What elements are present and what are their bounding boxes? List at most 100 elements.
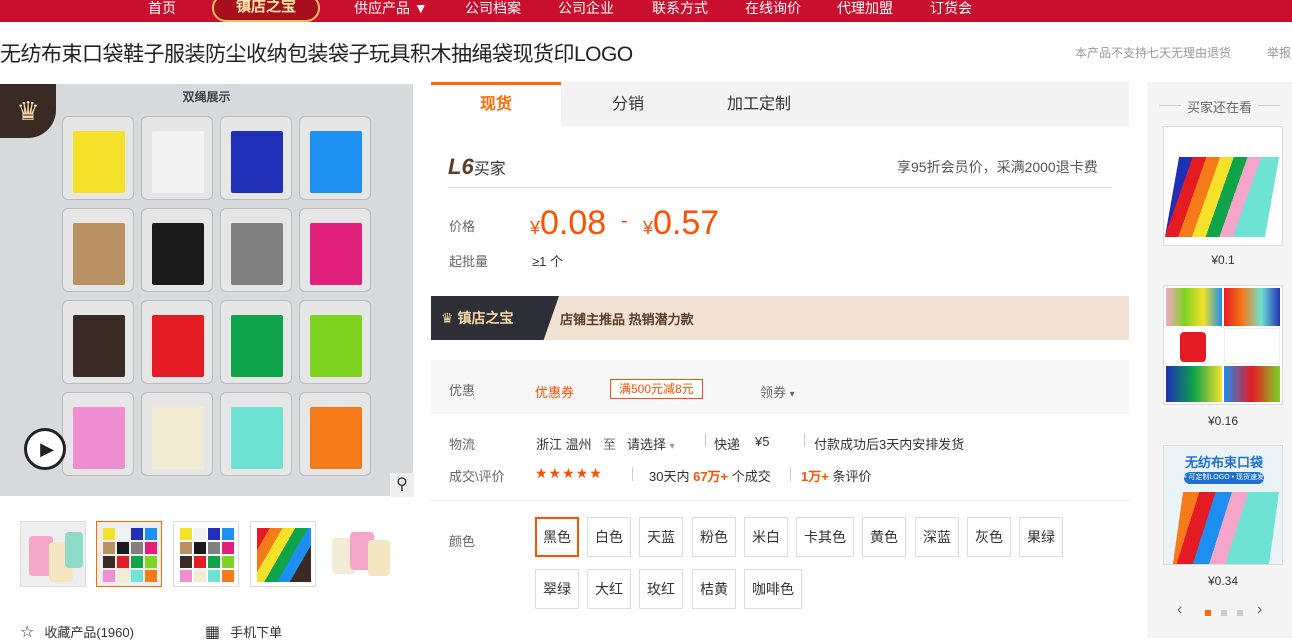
color-option-red[interactable]: 大红 [587,569,631,609]
thumb-swatch [145,528,157,540]
express-price: ¥5 [755,434,770,449]
nav-item-home[interactable]: 首页 [148,0,176,16]
color-option-coffee[interactable]: 咖啡色 [744,569,802,609]
nav-item-profile[interactable]: 公司档案 [465,0,521,16]
nav-item-fair[interactable]: 订货会 [930,0,972,16]
thumb-swatch [145,556,157,568]
thumb-swatch [103,542,115,554]
divider [804,433,805,447]
review-count[interactable]: 1万+ 条评价 [801,466,871,485]
thumb-swatch [222,570,234,582]
related-product-3-price[interactable]: ¥0.34 [1163,574,1283,588]
color-option-khaki[interactable]: 卡其色 [796,517,854,557]
thumb-swatch [145,542,157,554]
bag-swatch [141,300,213,384]
no-return-note: 本产品不支持七天无理由退货 [1075,46,1232,60]
color-option-orange[interactable]: 桔黄 [692,569,736,609]
nav-badge-featured[interactable]: 镇店之宝 [212,0,320,22]
carousel-dot-2[interactable] [1221,610,1227,616]
thumb-swatch [222,542,234,554]
color-option-sky-blue[interactable]: 天蓝 [639,517,683,557]
thumbnail-4[interactable] [250,521,316,587]
bag-swatch [141,208,213,292]
nav-item-inquiry[interactable]: 在线询价 [745,0,801,16]
related-product-2-price[interactable]: ¥0.16 [1163,414,1283,428]
min-price: ¥0.08 [530,204,607,242]
carousel-dot-3[interactable] [1237,610,1243,616]
thumb-swatch [208,556,220,568]
related-product-1-image[interactable] [1163,126,1283,246]
bag-swatch [141,392,213,476]
vip-level: L6买家 [448,154,506,179]
thumbnail-1[interactable] [20,521,86,587]
zoom-icon[interactable]: ⚲ [390,473,414,497]
thumb-swatch [117,542,129,554]
thumb-swatch [194,528,206,540]
thumb-swatch [103,570,115,582]
bag-swatch [220,300,292,384]
divider [790,467,791,481]
bag-swatch [220,116,292,200]
color-option-yellow[interactable]: 黄色 [862,517,906,557]
color-option-apple-green[interactable]: 果绿 [1019,517,1063,557]
color-option-black[interactable]: 黑色 [535,517,579,557]
thumbnail-2-selected[interactable] [96,521,162,587]
color-option-white[interactable]: 白色 [587,517,631,557]
chevron-down-icon: ▾ [789,389,795,400]
nav-item-contact[interactable]: 联系方式 [652,0,708,16]
color-option-pink[interactable]: 粉色 [692,517,736,557]
related-product-2-image[interactable] [1163,285,1283,405]
featured-badge: ♛ 镇店之宝 [431,296,559,340]
tab-custom-processing[interactable]: 加工定制 [694,82,824,126]
mobile-order-button[interactable]: ▦ 手机下单 [205,622,282,642]
divider [632,467,633,481]
to-word: 至 [603,437,617,452]
carousel-dot-1[interactable] [1205,610,1211,616]
image-caption: 双绳展示 [182,90,231,104]
thumb-swatch [222,556,234,568]
color-option-emerald[interactable]: 翠绿 [535,569,579,609]
featured-text: 店铺主推品 热销潜力款 [560,312,694,327]
rating-stars: ★★★★★ [535,465,603,481]
get-coupon-button[interactable]: 领券 ▾ [760,382,795,401]
thumb-swatch [208,542,220,554]
thumb-swatch [180,528,192,540]
favorite-button[interactable]: ☆ 收藏产品(1960) [20,622,134,642]
thumbnail-3[interactable] [173,521,239,587]
chevron-down-icon: ▾ [669,441,675,452]
product-title: 无纺布束口袋鞋子服装防尘收纳包装袋子玩具积木抽绳袋现货印LOGO [0,43,633,66]
destination-select[interactable]: 请选择 ▾ [627,434,675,453]
color-option-gray[interactable]: 灰色 [967,517,1011,557]
color-option-off-white[interactable]: 米白 [744,517,788,557]
thumb-swatch [208,528,220,540]
crown-icon: ♛ [441,310,458,326]
prev-arrow-icon[interactable]: ‹ [1177,601,1182,619]
play-video-button[interactable]: ▶ [24,428,66,470]
color-option-rose[interactable]: 玫红 [639,569,683,609]
qr-code-icon: ▦ [205,624,221,641]
thumb-swatch [194,556,206,568]
nav-item-products[interactable]: 供应产品 ▼ [354,0,428,16]
color-option-navy[interactable]: 深蓝 [915,517,959,557]
stats-label: 成交\评价 [449,469,505,484]
bag-swatch [220,208,292,292]
express-label: 快递 [714,437,741,452]
nav-item-agent[interactable]: 代理加盟 [837,0,893,16]
next-arrow-icon[interactable]: › [1257,601,1262,619]
related-product-3-image[interactable]: 无纺布束口袋 • 可定制LOGO • 现货速发 [1163,445,1283,565]
vip-benefit[interactable]: 享95折会员价，采满2000退卡费 [897,157,1098,177]
moq-value: ≥1 个 [532,254,563,269]
tab-spot-goods[interactable]: 现货 [431,82,561,126]
purchase-mode-tabs: 现货 分销 加工定制 [431,82,1129,126]
bag-swatch [299,208,371,292]
tab-distribution[interactable]: 分销 [563,82,693,126]
report-link[interactable]: 举报 [1267,44,1291,61]
nav-item-company[interactable]: 公司企业 [558,0,614,16]
price-label: 价格 [449,219,476,234]
coupon-tag[interactable]: 满500元减8元 [610,379,703,399]
thumb-swatch [222,528,234,540]
thumbnail-5[interactable] [327,521,393,587]
logistics-label: 物流 [449,437,476,452]
thumb-swatch [180,542,192,554]
related-product-1-price[interactable]: ¥0.1 [1163,253,1283,267]
